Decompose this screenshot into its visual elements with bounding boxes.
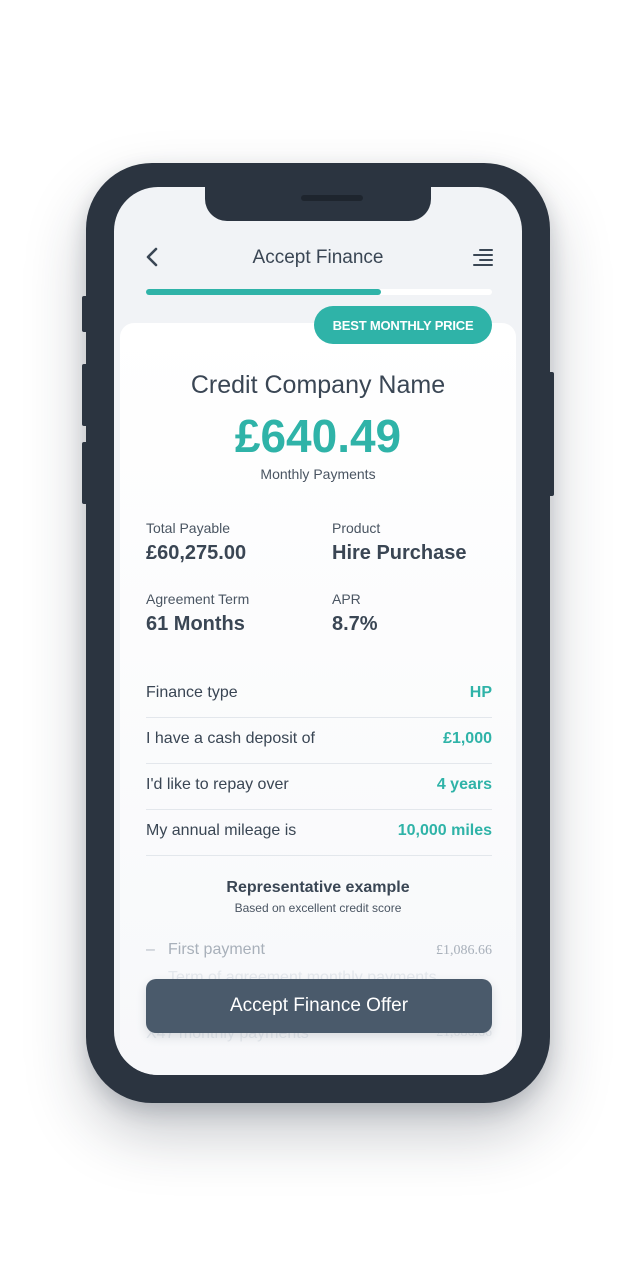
phone-notch [205,187,431,221]
company-name: Credit Company Name [190,371,446,399]
total-payable-label: Total Payable [146,520,231,536]
row-value: £1,000 [443,730,492,747]
finance-type-row[interactable]: Finance type HP [146,671,492,718]
monthly-amount: £640.49 [234,410,402,462]
first-payment-row: – First payment £1,086.66 [146,941,492,963]
progress-fill [146,289,382,295]
row-label: I have a cash deposit of [146,730,315,747]
monthly-label: Monthly Payments [260,466,376,482]
speaker [301,195,363,201]
row-label: Finance type [146,684,238,701]
progress-bar [146,289,492,295]
row-value: 4 years [436,776,492,793]
row-value: 10,000 miles [397,822,492,839]
first-payment-label: First payment [168,941,265,958]
phone-volume-down [82,442,88,504]
apr-value: 8.7% [332,613,378,635]
accept-finance-offer-button[interactable]: Accept Finance Offer [146,979,492,1033]
apr-label: APR [332,591,361,607]
first-payment-value: £1,086.66 [436,943,492,958]
representative-title: Representative example [226,879,410,896]
representative-subtitle: Based on excellent credit score [234,901,402,915]
product-label: Product [332,520,381,536]
row-label: My annual mileage is [146,822,297,839]
phone-volume-up [82,364,88,426]
mileage-row[interactable]: My annual mileage is 10,000 miles [146,809,492,856]
header: Accept Finance [114,239,522,279]
best-price-badge: BEST MONTHLY PRICE [314,306,492,344]
phone-power-button [548,372,554,496]
deposit-row[interactable]: I have a cash deposit of £1,000 [146,717,492,764]
phone-mute-switch [82,296,88,332]
total-payable-value: £60,275.00 [146,542,247,564]
product-value: Hire Purchase [332,542,467,564]
row-value: HP [469,684,492,701]
repay-term-row[interactable]: I'd like to repay over 4 years [146,763,492,810]
agreement-term-value: 61 Months [146,613,245,635]
row-label: I'd like to repay over [146,776,289,793]
agreement-term-label: Agreement Term [146,591,250,607]
phone-screen: Accept Finance BEST MONTHLY PRICE Credit… [114,187,522,1075]
menu-lines-icon[interactable] [472,247,494,269]
dash-icon: – [146,941,155,958]
page-title: Accept Finance [252,247,384,268]
